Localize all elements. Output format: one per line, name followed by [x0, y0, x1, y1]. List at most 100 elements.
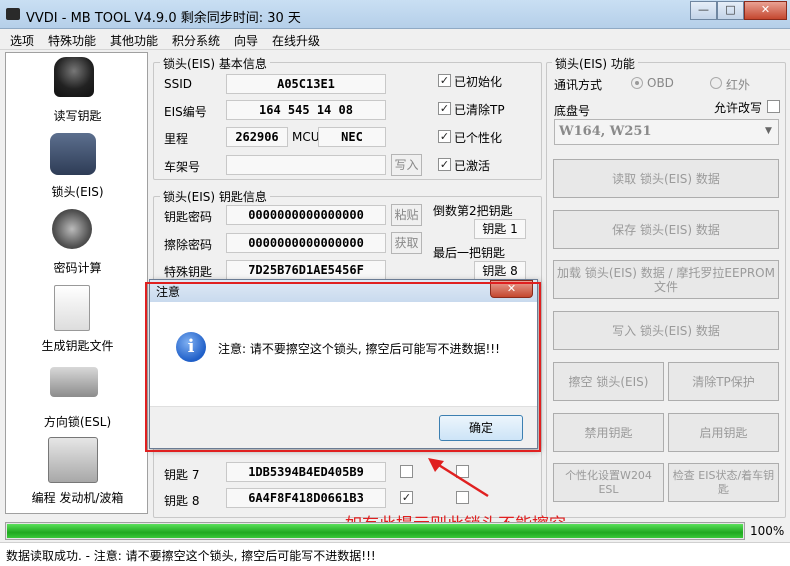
sidebar-item-label: 锁头(EIS)	[51, 185, 104, 199]
sidebar-item-label: 生成钥匙文件	[41, 339, 114, 353]
key-8-checkbox[interactable]: ✓	[400, 491, 413, 504]
key-7-label: 钥匙 7	[164, 468, 200, 482]
load-eis-data-button[interactable]: 加载 锁头(EIS) 数据 / 摩托罗拉EEPROM 文件	[553, 260, 779, 299]
check-eis-status-button[interactable]: 检查 EIS状态/着车钥 匙	[668, 463, 779, 502]
ecu-icon	[48, 437, 98, 483]
enable-key-button[interactable]: 启用钥匙	[668, 413, 779, 452]
menu-points-system[interactable]: 积分系统	[172, 32, 220, 49]
sidebar-item-generate-key-file[interactable]: 生成钥匙文件	[6, 279, 147, 357]
progress-bar	[5, 522, 745, 540]
menu-special-functions[interactable]: 特殊功能	[48, 32, 96, 49]
annotation-arrow-icon	[428, 458, 489, 498]
check-status-line1: 检查 EIS状态/着车钥	[672, 468, 775, 482]
mcu-value: NEC	[318, 127, 386, 147]
key-8-label: 钥匙 8	[164, 494, 200, 508]
last-key-label: 最后一把钥匙	[433, 246, 506, 260]
personalize-esl-button[interactable]: 个性化设置W204 ESL	[553, 463, 664, 502]
check-status-line2: 匙	[718, 482, 729, 496]
erase-password-value: 0000000000000000	[226, 233, 386, 253]
read-eis-data-button[interactable]: 读取 锁头(EIS) 数据	[553, 159, 779, 198]
chassis-selected-value: W164, W251	[559, 124, 652, 139]
gears-icon	[52, 209, 92, 249]
vin-input[interactable]	[226, 155, 386, 175]
app-logo-icon	[6, 8, 20, 20]
write-eis-data-button[interactable]: 写入 锁头(EIS) 数据	[553, 311, 779, 350]
sidebar-item-engine-gearbox[interactable]: 编程 发动机/波箱	[6, 431, 147, 511]
eis-ignition-icon	[50, 133, 96, 175]
paste-button[interactable]: 粘贴	[391, 204, 422, 226]
key-password-value: 0000000000000000	[226, 205, 386, 225]
menu-options[interactable]: 选项	[10, 32, 34, 49]
group-legend: 锁头(EIS) 钥匙信息	[160, 188, 270, 205]
personalize-line1: 个性化设置W204	[565, 468, 652, 482]
allow-rewrite-checkbox[interactable]	[767, 100, 780, 113]
close-button[interactable]: ✕	[744, 1, 787, 20]
key-8-value: 6A4F8F418D0661B3	[226, 488, 386, 508]
write-vin-button[interactable]: 写入	[391, 154, 422, 176]
sidebar: 读写钥匙 锁头(EIS) 密码计算 生成钥匙文件 方向锁(ESL) 编程 发动机…	[5, 52, 148, 514]
mileage-label: 里程	[164, 132, 189, 146]
status-text: 数据读取成功. - 注意: 请不要擦空这个锁头, 擦空后可能写不进数据!!!	[6, 549, 376, 563]
sidebar-item-password-calc[interactable]: 密码计算	[6, 203, 147, 279]
load-eis-data-line2: 文件	[653, 279, 678, 294]
menu-bar: 选项 特殊功能 其他功能 积分系统 向导 在线升级	[0, 29, 790, 50]
allow-rewrite-label: 允许改写	[714, 101, 763, 115]
comm-mode-label: 通讯方式	[554, 78, 603, 92]
second-last-key-label: 倒数第2把钥匙	[433, 204, 513, 218]
highlight-frame	[145, 282, 541, 452]
group-legend: 锁头(EIS) 功能	[552, 55, 638, 72]
steering-lock-icon	[50, 367, 98, 397]
mileage-value: 262906	[226, 127, 288, 147]
special-key-label: 特殊钥匙	[164, 265, 213, 279]
get-button[interactable]: 获取	[391, 232, 422, 254]
sidebar-item-label: 编程 发动机/波箱	[31, 491, 124, 505]
menu-wizard[interactable]: 向导	[234, 32, 258, 49]
infrared-radio[interactable]	[710, 77, 722, 89]
title-bar[interactable]: VVDI - MB TOOL V4.9.0 剩余同步时间: 30 天 — □ ✕	[0, 0, 790, 29]
last-key-value: 钥匙 8	[474, 261, 526, 281]
ssid-label: SSID	[164, 77, 193, 91]
erase-password-label: 擦除密码	[164, 238, 213, 252]
clear-tp-button[interactable]: 清除TP保护	[668, 362, 779, 401]
sidebar-item-eis[interactable]: 锁头(EIS)	[6, 127, 147, 203]
infrared-label: 红外	[726, 78, 751, 92]
special-key-value: 7D25B76D1AE5456F	[226, 260, 386, 280]
car-key-icon	[54, 57, 94, 97]
personalized-checkbox[interactable]: ✓	[438, 130, 451, 143]
sidebar-item-esl[interactable]: 方向锁(ESL)	[6, 357, 147, 431]
chassis-select[interactable]: W164, W251 ▼	[554, 119, 779, 145]
menu-other-functions[interactable]: 其他功能	[110, 32, 158, 49]
activated-checkbox[interactable]: ✓	[438, 158, 451, 171]
tp-cleared-checkbox[interactable]: ✓	[438, 102, 451, 115]
second-last-key-value: 钥匙 1	[474, 219, 526, 239]
maximize-button[interactable]: □	[717, 1, 744, 20]
save-eis-data-button[interactable]: 保存 锁头(EIS) 数据	[553, 210, 779, 249]
key-7-value: 1DB5394B4ED405B9	[226, 462, 386, 482]
eis-number-value: 164 545 14 08	[226, 100, 386, 120]
activated-label: 已激活	[454, 159, 491, 173]
key-password-label: 钥匙密码	[164, 210, 213, 224]
progress-fill	[7, 524, 743, 538]
mcu-label: MCU	[292, 130, 320, 144]
load-eis-data-line1: 加载 锁头(EIS) 数据 / 摩托罗拉EEPROM	[557, 265, 775, 280]
disable-key-button[interactable]: 禁用钥匙	[553, 413, 664, 452]
initialized-checkbox[interactable]: ✓	[438, 74, 451, 87]
sidebar-item-label: 读写钥匙	[53, 109, 102, 123]
menu-online-upgrade[interactable]: 在线升级	[272, 32, 320, 49]
sidebar-item-label: 密码计算	[53, 261, 102, 275]
group-legend: 锁头(EIS) 基本信息	[160, 55, 270, 72]
initialized-label: 已初始化	[454, 75, 503, 89]
ssid-value: A05C13E1	[226, 74, 386, 94]
erase-eis-button[interactable]: 擦空 锁头(EIS)	[553, 362, 664, 401]
key-file-icon	[54, 285, 90, 331]
window-title: VVDI - MB TOOL V4.9.0 剩余同步时间: 30 天	[26, 11, 301, 26]
key-7-checkbox[interactable]	[400, 465, 413, 478]
chevron-down-icon: ▼	[765, 126, 772, 136]
vin-label: 车架号	[164, 160, 201, 174]
obd-radio[interactable]	[631, 77, 643, 89]
minimize-button[interactable]: —	[690, 1, 717, 20]
personalized-label: 已个性化	[454, 131, 503, 145]
sidebar-item-read-write-key[interactable]: 读写钥匙	[6, 53, 147, 127]
personalize-line2: ESL	[598, 482, 619, 496]
chassis-label: 底盘号	[554, 104, 591, 118]
